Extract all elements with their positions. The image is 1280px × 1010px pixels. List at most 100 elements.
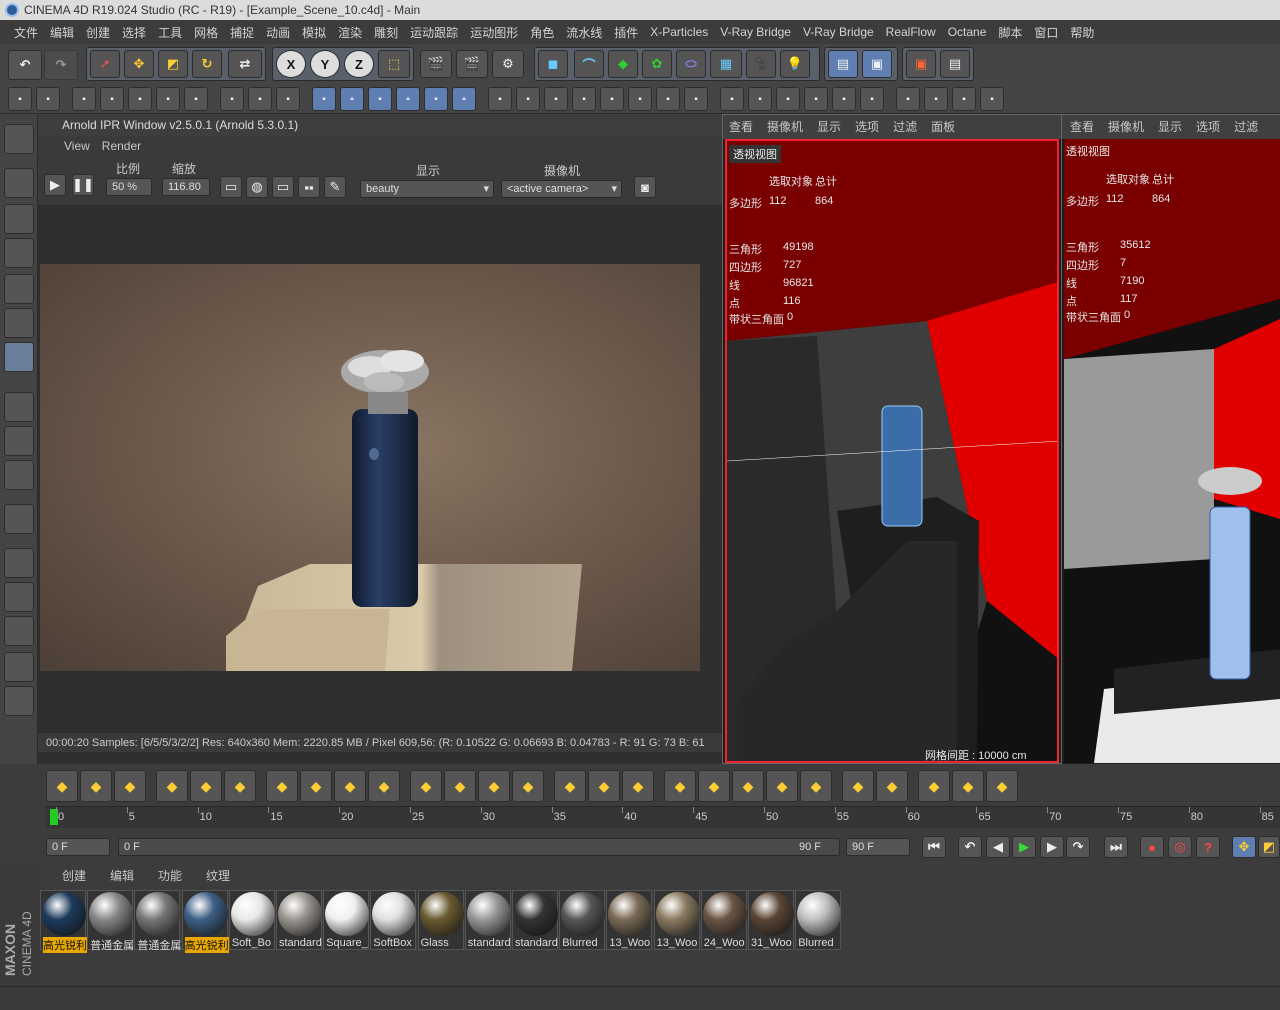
scale-tool-icon[interactable]: ◩	[158, 50, 188, 78]
redo-icon[interactable]: ↷	[44, 50, 78, 80]
brush-tool-icon[interactable]: ◆	[80, 770, 112, 802]
material-item[interactable]: Square_	[323, 890, 370, 950]
record-icon[interactable]: ●	[1140, 836, 1164, 858]
person-icon[interactable]: ▪	[980, 87, 1004, 111]
loop-icon[interactable]: ◆	[266, 770, 298, 802]
globe-icon[interactable]: ◍	[246, 176, 268, 198]
rig-icon[interactable]: ◆	[918, 770, 950, 802]
viewport-menu-item[interactable]: 显示	[817, 120, 841, 134]
material-menu-item[interactable]: 纹理	[206, 869, 230, 883]
weight-icon[interactable]: ◆	[588, 770, 620, 802]
render-output[interactable]	[40, 264, 700, 671]
viewport-menu-item[interactable]: 显示	[1158, 120, 1182, 134]
light-icon[interactable]: 💡	[780, 50, 810, 78]
layer3-icon[interactable]	[4, 616, 34, 646]
material-item[interactable]: 31_Woo	[748, 890, 794, 950]
axis-mode-icon[interactable]	[4, 392, 34, 422]
timeline-ruler[interactable]: 0 5 10 15 20 25 30 35 40 45 50 55 60 65 70 75 80 85	[46, 806, 1280, 828]
bridge-icon[interactable]: ▪	[600, 87, 624, 111]
menu-item[interactable]: 雕刻	[368, 24, 404, 41]
viewport2-canvas[interactable]: 透视视图 选取对象 总计 多边形 112 864 三角形 35612 四边形 7…	[1064, 139, 1280, 763]
symmetry-icon[interactable]: ◆	[444, 770, 476, 802]
subdivision-icon[interactable]: ◆	[608, 50, 638, 78]
zoom-field[interactable]: 116.80	[162, 178, 210, 196]
cloner-icon[interactable]: ✿	[642, 50, 672, 78]
material-item[interactable]: 13_Woo	[606, 890, 653, 950]
grid-icon[interactable]: ▪	[128, 87, 152, 111]
menu-item[interactable]: Octane	[942, 25, 993, 39]
material-item[interactable]: standard	[276, 890, 322, 950]
material-item[interactable]: 高光锐利	[181, 890, 229, 953]
z-axis-lock-icon[interactable]: Z	[344, 50, 374, 78]
spline-icon[interactable]: ⌒	[574, 50, 604, 78]
material-item[interactable]: Blurred	[795, 890, 842, 950]
move-key-icon[interactable]: ✥	[1232, 836, 1256, 858]
menu-item[interactable]: 运动跟踪	[404, 24, 464, 41]
menu-item[interactable]: 捕捉	[224, 24, 260, 41]
corner-icon[interactable]: ▪	[860, 87, 884, 111]
solo-icon[interactable]	[4, 460, 34, 490]
menu-item[interactable]: 模拟	[296, 24, 332, 41]
workplane-mode-icon[interactable]	[4, 238, 34, 268]
viewport-perspective-2[interactable]: 查看摄像机显示选项过滤面板 透视视图 选取对象 总计 多边形 112 864 三…	[1062, 114, 1280, 764]
y-axis-lock-icon[interactable]: Y	[310, 50, 340, 78]
layer4-icon[interactable]	[4, 652, 34, 682]
scale-key-icon[interactable]: ◩	[1258, 836, 1280, 858]
knife-icon[interactable]: ▪	[572, 87, 596, 111]
cube-primitive-icon[interactable]: ◼	[538, 50, 568, 78]
mirror-icon[interactable]: ◆	[410, 770, 442, 802]
paint-icon[interactable]: ◆	[554, 770, 586, 802]
cube-tool-icon[interactable]: ◆	[698, 770, 730, 802]
edge-icon[interactable]: ▪	[544, 87, 568, 111]
viewport-menu-item[interactable]: 摄像机	[1108, 120, 1144, 134]
viewport-menu-item[interactable]: 过滤	[893, 120, 917, 134]
magnet-tool-icon[interactable]: ◆	[114, 770, 146, 802]
ik-icon[interactable]: ◆	[766, 770, 798, 802]
menu-item[interactable]: 渲染	[332, 24, 368, 41]
recent-tool-icon[interactable]: ⇄	[228, 50, 262, 78]
material-item[interactable]: standard	[464, 890, 511, 950]
x-axis-lock-icon[interactable]: X	[276, 50, 306, 78]
model-mode-icon[interactable]	[4, 168, 34, 198]
person-icon[interactable]: ▪	[924, 87, 948, 111]
record-cam-icon[interactable]: ◆	[986, 770, 1018, 802]
viewport-perspective-1[interactable]: 查看 摄像机 显示 选项 过滤 面板 透视视图 选取对象 总计 多边形 112 864 三…	[722, 114, 1062, 764]
display-mode-icon[interactable]: ▭	[220, 176, 242, 198]
layout-icon[interactable]: ▤	[828, 50, 858, 78]
point-mode-icon[interactable]	[4, 274, 34, 304]
next-frame-icon[interactable]: ▶	[1040, 836, 1064, 858]
menu-item[interactable]: 角色	[524, 24, 560, 41]
snap-magnet-icon[interactable]	[4, 504, 34, 534]
coordinate-system-icon[interactable]: ⬚	[378, 50, 410, 78]
menu-item[interactable]: 网格	[188, 24, 224, 41]
lasso-icon[interactable]: ▪	[424, 87, 448, 111]
path-icon[interactable]: ▪	[488, 87, 512, 111]
frame-icon[interactable]: ◆	[842, 770, 874, 802]
curve-icon[interactable]: ◆	[46, 770, 78, 802]
menu-item[interactable]: RealFlow	[880, 25, 942, 39]
joint-icon[interactable]: ◆	[732, 770, 764, 802]
script-manager-icon[interactable]: ▤	[940, 50, 970, 78]
menu-item[interactable]: V-Ray Bridge	[797, 25, 880, 39]
move-icon[interactable]: ▪	[340, 87, 364, 111]
next-key-icon[interactable]: ↷	[1066, 836, 1090, 858]
bevel-tool-icon[interactable]: ◆	[300, 770, 332, 802]
brush-icon[interactable]: ✎	[324, 176, 346, 198]
viewport-menu-item[interactable]: 面板	[931, 120, 955, 134]
material-item[interactable]: Soft_Bo	[228, 890, 275, 950]
select-tool-icon[interactable]: ➚	[90, 50, 120, 78]
display-select[interactable]: beauty ▾	[360, 180, 494, 198]
viewport-menu-item[interactable]: 摄像机	[767, 120, 803, 134]
texture-mode-icon[interactable]	[4, 204, 34, 234]
brush-icon[interactable]: ▪	[720, 87, 744, 111]
play-forward-icon[interactable]: ▶	[1012, 836, 1036, 858]
deformer-icon[interactable]: ⬭	[676, 50, 706, 78]
sun-icon[interactable]: ▪	[832, 87, 856, 111]
workplane-icon[interactable]	[4, 124, 34, 154]
edge-mode-icon[interactable]	[4, 308, 34, 338]
material-menu-item[interactable]: 功能	[158, 869, 182, 883]
camera-select[interactable]: <active camera> ▾	[501, 180, 622, 198]
cube-icon[interactable]: ▪	[220, 87, 244, 111]
menu-item[interactable]: 编辑	[44, 24, 80, 41]
range-slider[interactable]: 0 F 90 F	[118, 838, 840, 856]
